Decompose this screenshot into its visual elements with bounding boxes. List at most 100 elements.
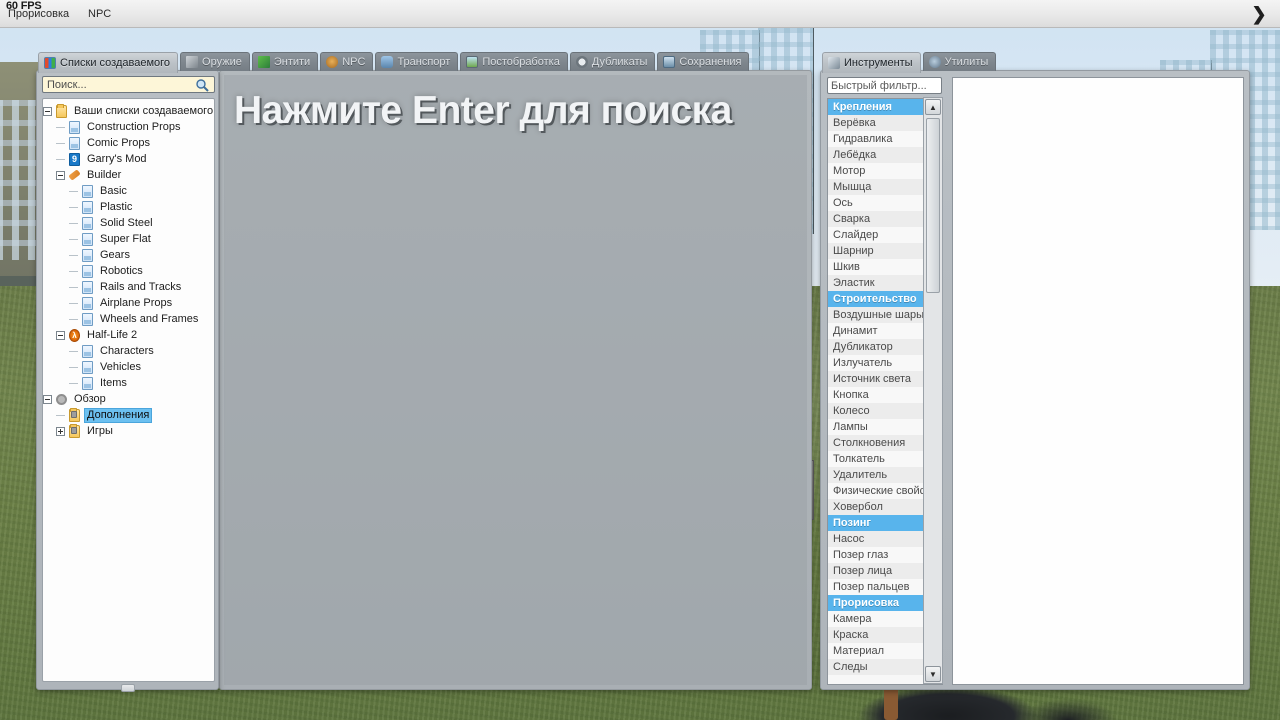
menu-item-render[interactable]: Прорисовка (8, 8, 69, 20)
scroll-up-button[interactable]: ▲ (925, 99, 941, 115)
chevron-right-icon[interactable]: ❯ (1248, 3, 1270, 25)
magnifier-icon[interactable] (195, 78, 210, 92)
tree-connector (56, 407, 68, 423)
tab-weapons[interactable]: Оружие (180, 52, 250, 71)
doc-icon (82, 216, 93, 230)
tab-spawnlists[interactable]: Списки создаваемого (38, 52, 179, 73)
tree-item[interactable]: Wheels and Frames (43, 311, 214, 327)
tree-item-label: Rails and Tracks (100, 280, 182, 293)
tree-item[interactable]: Vehicles (43, 359, 214, 375)
doc-icon (82, 232, 93, 246)
tab-label: Дубликаты (591, 56, 648, 68)
utility-icon (928, 56, 941, 68)
tab-label: Оружие (202, 56, 242, 68)
tree-item[interactable]: Items (43, 375, 214, 391)
tree-item[interactable]: Gears (43, 247, 214, 263)
tab-label: Утилиты (944, 56, 989, 68)
top-menu-bar: 60 FPS Прорисовка NPC ❯ (0, 0, 1280, 28)
doc-icon (82, 344, 93, 358)
player-arm (884, 686, 898, 720)
tree-item[interactable]: Robotics (43, 263, 214, 279)
doc-icon (82, 296, 93, 310)
tree-connector (56, 119, 68, 135)
tree-item[interactable]: 9 Garry's Mod (43, 151, 214, 167)
doc-icon (82, 360, 93, 374)
tab-utilities[interactable]: Утилиты (922, 52, 997, 71)
tool-list-scrollbar[interactable]: ▲ ▼ (923, 97, 943, 684)
tab-label: Сохранения (679, 56, 742, 68)
quick-filter-input[interactable]: Быстрый фильтр... (827, 77, 942, 94)
tab-duplicates[interactable]: Дубликаты (569, 52, 656, 71)
scroll-down-button[interactable]: ▼ (925, 666, 941, 682)
tab-postprocess[interactable]: Постобработка (460, 52, 568, 71)
tree-item[interactable]: Ваши списки создаваемого (43, 103, 214, 119)
tree-connector (69, 279, 81, 295)
tree-item-label: Characters (100, 344, 154, 357)
tab-label: NPC (342, 56, 366, 68)
tree-connector (69, 263, 81, 279)
menu-item-npc[interactable]: NPC (88, 8, 111, 20)
tree-item-label: Wheels and Frames (100, 312, 199, 325)
search-input-value: Поиск... (47, 78, 87, 91)
tree-item-label: Basic (100, 184, 127, 197)
tree-item[interactable]: Rails and Tracks (43, 279, 214, 295)
entity-icon (257, 56, 270, 68)
tree-item-label: Robotics (100, 264, 143, 277)
tree-item[interactable]: Solid Steel (43, 215, 214, 231)
expand-toggle[interactable] (56, 426, 65, 436)
quick-filter-value: Быстрый фильтр... (831, 79, 927, 92)
tree-item-label: Airplane Props (100, 296, 173, 309)
panel-resize-grip[interactable] (121, 684, 135, 692)
tree-item[interactable]: Airplane Props (43, 295, 214, 311)
spawnmenu-panel: Поиск... Ваши списки создаваемого Constru… (36, 70, 219, 692)
doc-icon (82, 200, 93, 214)
tree-item[interactable]: Игры (43, 423, 214, 439)
doc-icon (82, 248, 93, 262)
spawnlist-content-inner[interactable]: Нажмите Enter для поиска (224, 75, 807, 685)
search-input[interactable]: Поиск... (42, 76, 215, 93)
spawnmenu-tabbar: Списки создаваемого Оружие Энтити NPC Тр… (38, 52, 750, 73)
tree-item[interactable]: Обзор (43, 391, 214, 407)
tree-item-label: Обзор (74, 392, 106, 405)
search-hint-text: Нажмите Enter для поиска (234, 89, 732, 132)
tree-item[interactable]: Basic (43, 183, 214, 199)
toolmenu-tabbar: Инструменты Утилиты (822, 52, 997, 73)
tab-saves[interactable]: Сохранения (657, 52, 750, 71)
tree-item-label: Garry's Mod (87, 152, 147, 165)
tree-item[interactable]: Construction Props (43, 119, 214, 135)
tab-label: Списки создаваемого (60, 57, 171, 69)
tree-item-label: Half-Life 2 (87, 328, 138, 341)
tree-item[interactable]: Comic Props (43, 135, 214, 151)
tab-entities[interactable]: Энтити (251, 52, 319, 71)
tab-vehicles[interactable]: Транспорт (375, 52, 459, 71)
doc-icon (82, 184, 93, 198)
tree-item[interactable]: Characters (43, 343, 214, 359)
tree-connector (56, 151, 68, 167)
tree-item-label: Дополнения (84, 407, 153, 423)
tree-item-label: Construction Props (87, 120, 181, 133)
tool-options-panel[interactable] (952, 77, 1244, 685)
scrollbar-thumb[interactable] (926, 118, 940, 293)
tree-connector (69, 311, 81, 327)
tree-item-label: Plastic (100, 200, 133, 213)
grid-icon (44, 57, 56, 69)
collapse-toggle[interactable] (43, 394, 52, 404)
tree-item-label: Gears (100, 248, 130, 261)
tree-connector (69, 199, 81, 215)
tab-label: Энтити (273, 56, 311, 68)
tab-npc[interactable]: NPC (320, 52, 374, 71)
tree-item[interactable]: Plastic (43, 199, 214, 215)
collapse-toggle[interactable] (56, 170, 65, 180)
duplicator-icon (575, 56, 588, 68)
collapse-toggle[interactable] (43, 106, 52, 116)
tab-label: Инструменты (844, 57, 913, 69)
spawnlist-tree[interactable]: Ваши списки создаваемого Construction Pro… (42, 98, 215, 682)
tree-item[interactable]: λ Half-Life 2 (43, 327, 214, 343)
tab-tools[interactable]: Инструменты (822, 52, 921, 73)
collapse-toggle[interactable] (56, 330, 65, 340)
tree-item[interactable]: Дополнения (43, 407, 214, 423)
tree-item[interactable]: Builder (43, 167, 214, 183)
tree-item[interactable]: Super Flat (43, 231, 214, 247)
tab-label: Транспорт (397, 56, 451, 68)
tree-item-label: Builder (87, 168, 122, 181)
